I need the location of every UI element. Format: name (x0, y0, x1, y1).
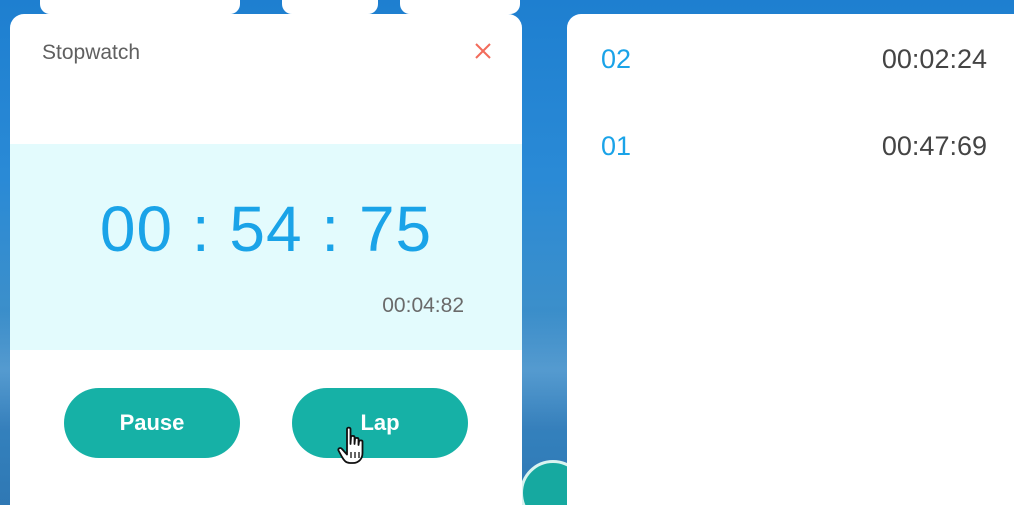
stopwatch-panel: Stopwatch 00 : 54 : 75 00:04:82 Pause La… (10, 14, 522, 505)
elapsed-time: 00 : 54 : 75 (99, 193, 433, 265)
list-item: 02 00:02:24 (567, 44, 1014, 84)
panel-title: Stopwatch (42, 41, 141, 64)
background-tab (282, 0, 378, 14)
hand-pointer-icon (337, 426, 364, 464)
lap-number: 01 (601, 131, 632, 161)
background-tab (40, 0, 240, 14)
timer-display: 00 : 54 : 75 00:04:82 (10, 144, 522, 350)
laps-panel: 02 00:02:24 01 00:47:69 (567, 14, 1014, 505)
lap-time: 00:47:69 (881, 131, 987, 161)
lap-button[interactable]: Lap (292, 388, 468, 458)
list-item: 01 00:47:69 (567, 131, 1014, 171)
close-icon (475, 43, 491, 59)
pause-button[interactable]: Pause (64, 388, 240, 458)
current-lap-time: 00:04:82 (382, 294, 464, 317)
desktop-background: Stopwatch 00 : 54 : 75 00:04:82 Pause La… (0, 0, 1014, 505)
lap-number: 02 (601, 44, 632, 74)
close-button[interactable] (468, 36, 498, 66)
lap-time: 00:02:24 (881, 44, 987, 74)
background-tab (400, 0, 520, 14)
